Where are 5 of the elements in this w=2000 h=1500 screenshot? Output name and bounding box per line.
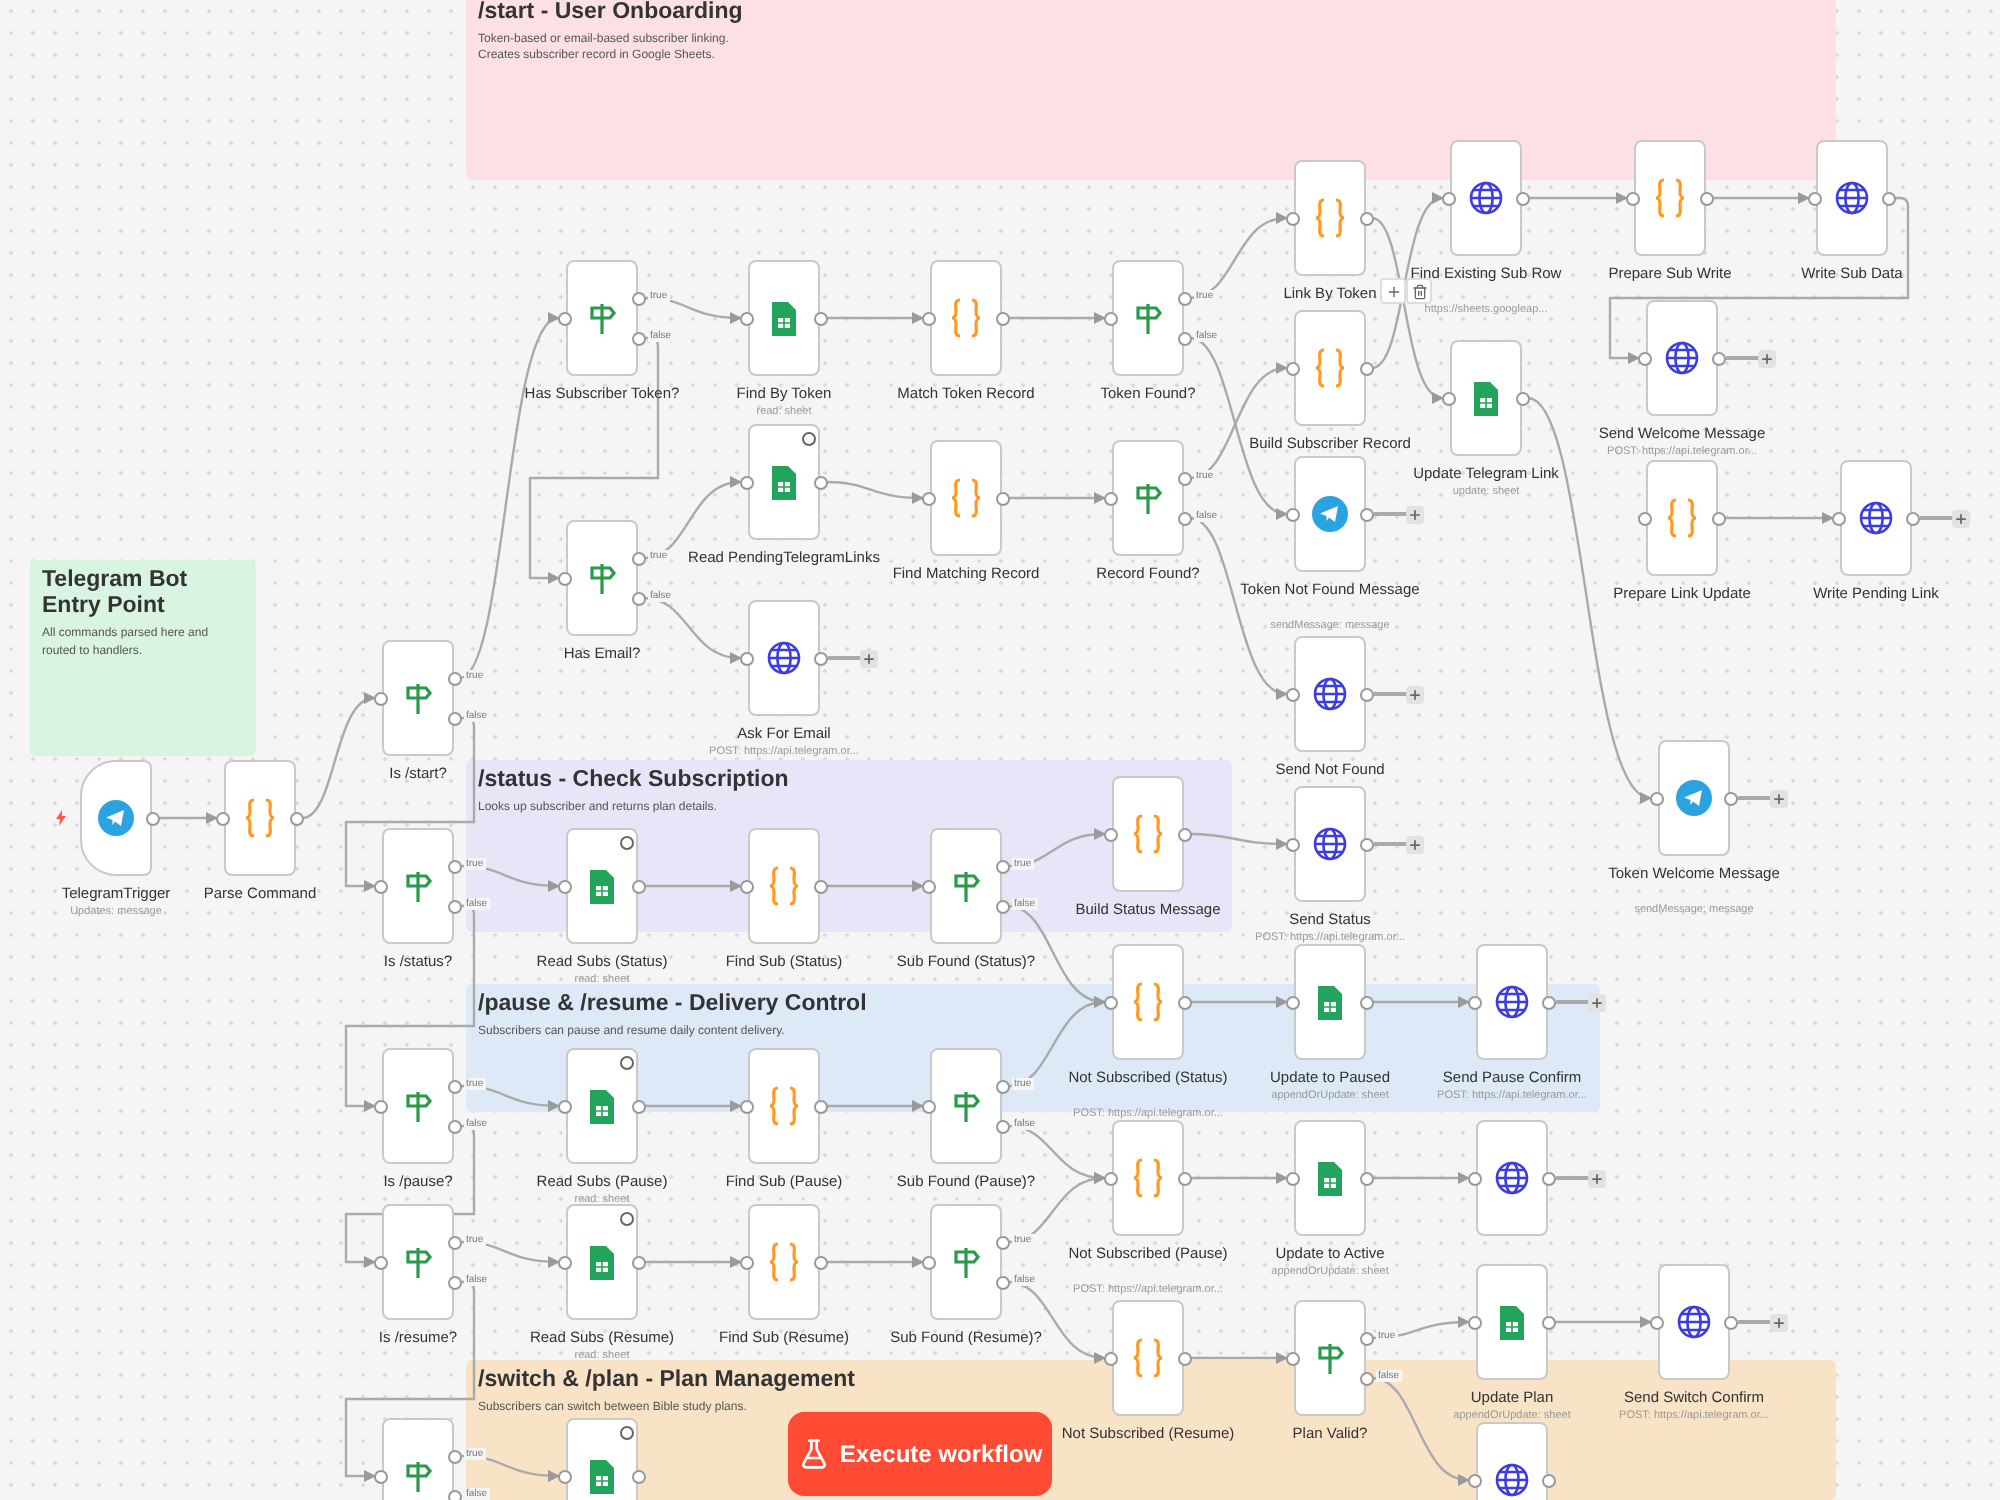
note-title: /pause & /resume - Delivery Control (478, 992, 867, 1019)
note-title: /switch & /plan - Plan Management (478, 1368, 856, 1395)
note-title: /start - User Onboarding (478, 0, 743, 27)
note-title: /status - Check Subscription (478, 768, 789, 795)
note-title: Telegram Bot Entry Point (42, 568, 190, 621)
